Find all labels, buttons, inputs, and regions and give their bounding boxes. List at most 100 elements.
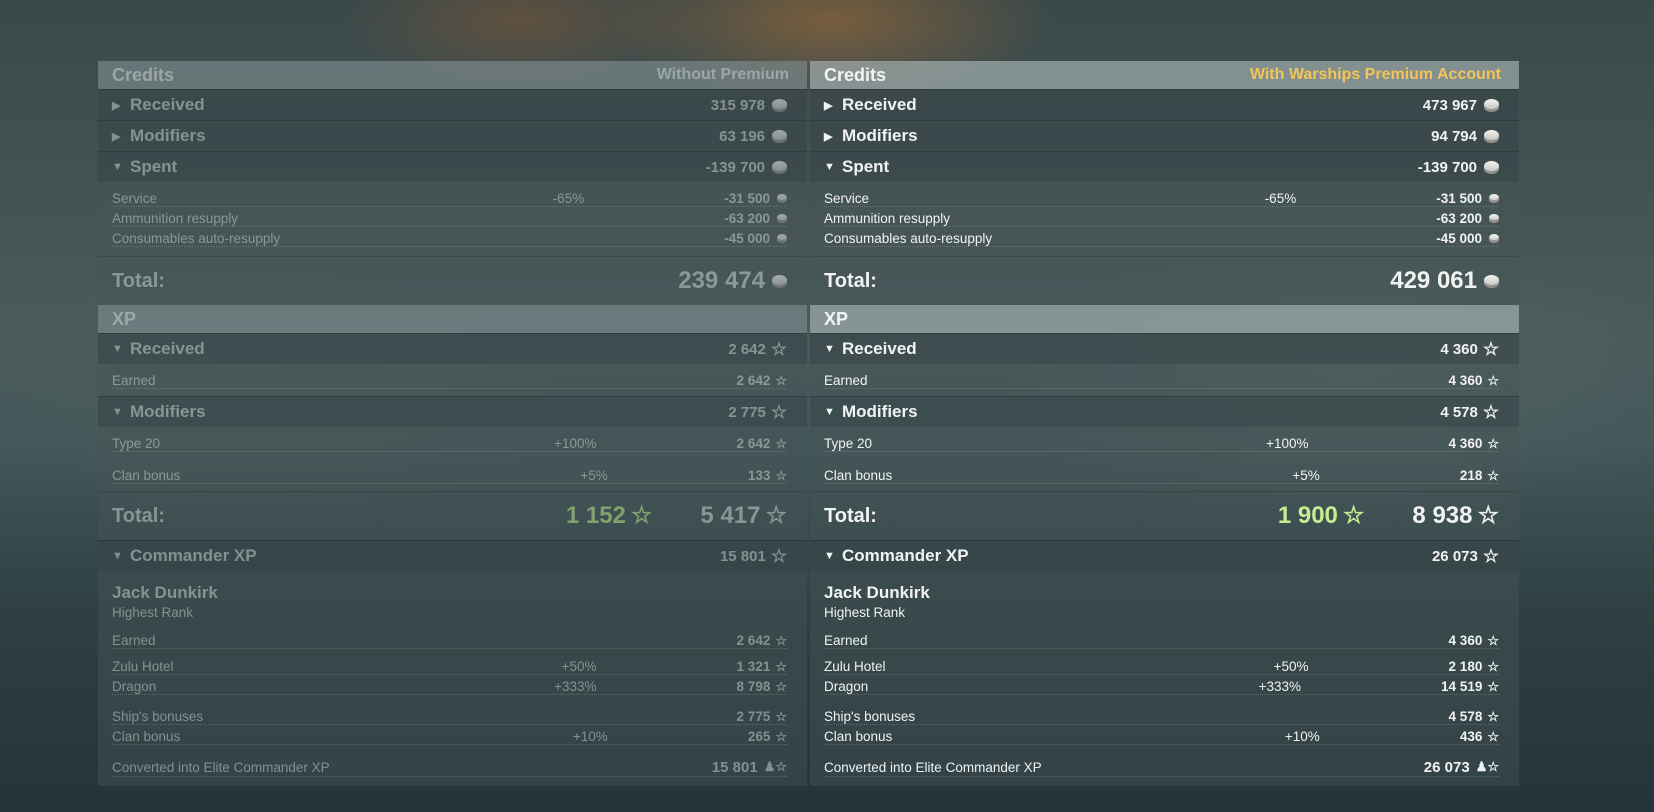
xp-star-icon: ☆ [1487, 372, 1499, 388]
detail-row: Service -65% -31 500 [810, 188, 1519, 208]
detail-value: -31 500 [724, 190, 770, 206]
detail-percent: +333% [554, 678, 597, 694]
credits-header: Credits Without Premium [98, 61, 807, 89]
xp-star-icon: ☆ [1487, 467, 1499, 483]
caret-down-icon: ▼ [824, 406, 835, 418]
credits-coin-icon [1484, 98, 1499, 112]
xp-earned-row: Earned 2 642 ☆ [98, 370, 807, 390]
spent-value: -139 700 [1417, 158, 1477, 176]
with-premium-column: Credits With Warships Premium Account ▶ R… [810, 61, 1519, 786]
converted-value: 26 073 [1423, 758, 1470, 776]
xp-received-row[interactable]: ▼ Received 2 642 ☆ [98, 333, 807, 364]
detail-label: Zulu Hotel [112, 658, 174, 674]
detail-label: Clan bonus [112, 728, 181, 744]
detail-value: 1 321 [736, 658, 771, 674]
received-value: 315 978 [710, 96, 765, 114]
converted-label: Converted into Elite Commander XP [824, 759, 1042, 775]
detail-label: Earned [824, 372, 868, 388]
xp-star-icon: ☆ [775, 658, 787, 674]
detail-row: Dragon +333% 8 798 ☆ [98, 676, 807, 696]
detail-value: 133 [747, 467, 771, 483]
caret-down-icon: ▼ [112, 406, 123, 418]
commander-name: Jack Dunkirk [112, 583, 218, 602]
xp-star-icon: ☆ [775, 467, 787, 483]
detail-value: 4 360 [1448, 372, 1483, 388]
credits-spent-row[interactable]: ▼ Spent -139 700 [810, 151, 1519, 182]
detail-label: Consumables auto-resupply [112, 230, 281, 246]
credits-spent-row[interactable]: ▼ Spent -139 700 [98, 151, 807, 182]
detail-value: 2 642 [736, 372, 771, 388]
xp-star-icon: ☆ [1482, 546, 1499, 566]
modifiers-value: 63 196 [719, 127, 765, 145]
detail-label: Earned [824, 632, 868, 648]
detail-row: Service -65% -31 500 [98, 188, 807, 208]
detail-row: Type 20 +100% 2 642 ☆ [98, 433, 807, 453]
detail-row: Ship's bonuses 4 578 ☆ [810, 706, 1519, 726]
xp-star-icon: ☆ [775, 372, 787, 388]
xp-modifiers-row[interactable]: ▼ Modifiers 4 578 ☆ [810, 396, 1519, 427]
credits-modifiers-row[interactable]: ▶ Modifiers 63 196 [98, 120, 807, 151]
modifiers-value: 94 794 [1431, 127, 1477, 145]
detail-label: Type 20 [824, 435, 873, 451]
detail-row: Consumables auto-resupply -45 000 [810, 228, 1519, 248]
credits-received-row[interactable]: ▶ Received 473 967 [810, 89, 1519, 120]
detail-value: 2 642 [736, 632, 771, 648]
caret-down-icon: ▼ [112, 550, 123, 562]
commander-info: Jack Dunkirk Highest Rank [810, 571, 1519, 620]
detail-row: Ammunition resupply -63 200 [810, 208, 1519, 228]
caret-down-icon: ▼ [824, 161, 835, 173]
xp-star-icon: ☆ [775, 708, 787, 724]
detail-percent: +50% [1273, 658, 1309, 674]
premium-bonus-xp-value: 1 152 [565, 502, 626, 529]
commander-xp-label: Commander XP [130, 546, 257, 565]
xp-star-icon: ☆ [1342, 502, 1365, 529]
caret-down-icon: ▼ [824, 550, 835, 562]
detail-label: Clan bonus [824, 467, 893, 483]
commander-xp-value: 26 073 [1431, 547, 1478, 565]
credits-coin-icon [772, 129, 787, 143]
elite-commander-icon: ♟☆ [1475, 759, 1499, 774]
credits-modifiers-row[interactable]: ▶ Modifiers 94 794 [810, 120, 1519, 151]
credits-total-row: Total: 239 474 [98, 256, 807, 305]
credits-total-row: Total: 429 061 [810, 256, 1519, 305]
detail-value: -63 200 [724, 210, 770, 226]
xp-star-icon: ☆ [1487, 435, 1499, 451]
detail-value: 218 [1459, 467, 1483, 483]
commander-xp-row[interactable]: ▼ Commander XP 15 801 ☆ [98, 540, 807, 571]
detail-row: Ammunition resupply -63 200 [98, 208, 807, 228]
xp-star-icon: ☆ [1487, 678, 1499, 694]
spent-label: Spent [842, 157, 890, 176]
detail-percent: -65% [1264, 190, 1297, 206]
xp-star-icon: ☆ [775, 678, 787, 694]
spent-label: Spent [130, 157, 178, 176]
xp-total-value: 8 938 [1412, 502, 1473, 529]
credits-title: Credits [824, 64, 887, 85]
converted-value: 15 801 [711, 758, 758, 776]
xp-star-icon: ☆ [775, 435, 787, 451]
xp-modifiers-value: 4 578 [1440, 403, 1478, 421]
account-mode-label: With Warships Premium Account [1249, 66, 1501, 83]
total-label: Total: [824, 269, 877, 292]
xp-received-row[interactable]: ▼ Received 4 360 ☆ [810, 333, 1519, 364]
credits-header: Credits With Warships Premium Account [810, 61, 1519, 89]
credits-coin-icon [1484, 160, 1499, 174]
commander-name: Jack Dunkirk [824, 583, 930, 602]
detail-row: Clan bonus +5% 133 ☆ [98, 465, 807, 485]
xp-received-value: 2 642 [728, 340, 766, 358]
commander-xp-row[interactable]: ▼ Commander XP 26 073 ☆ [810, 540, 1519, 571]
credits-coin-icon [1484, 129, 1499, 143]
detail-label: Service [824, 190, 870, 206]
xp-total-row: Total: 1 152 ☆ 5 417 ☆ [98, 491, 807, 540]
total-label: Total: [112, 504, 165, 527]
detail-label: Zulu Hotel [824, 658, 886, 674]
xp-modifiers-row[interactable]: ▼ Modifiers 2 775 ☆ [98, 396, 807, 427]
commander-info: Jack Dunkirk Highest Rank [98, 571, 807, 620]
detail-label: Dragon [824, 678, 869, 694]
credits-received-row[interactable]: ▶ Received 315 978 [98, 89, 807, 120]
detail-row: Clan bonus +5% 218 ☆ [810, 465, 1519, 485]
xp-title: XP [824, 308, 849, 329]
credits-title: Credits [112, 64, 175, 85]
received-label: Received [130, 95, 205, 114]
credits-coin-icon [1489, 213, 1499, 223]
detail-label: Ammunition resupply [824, 210, 951, 226]
